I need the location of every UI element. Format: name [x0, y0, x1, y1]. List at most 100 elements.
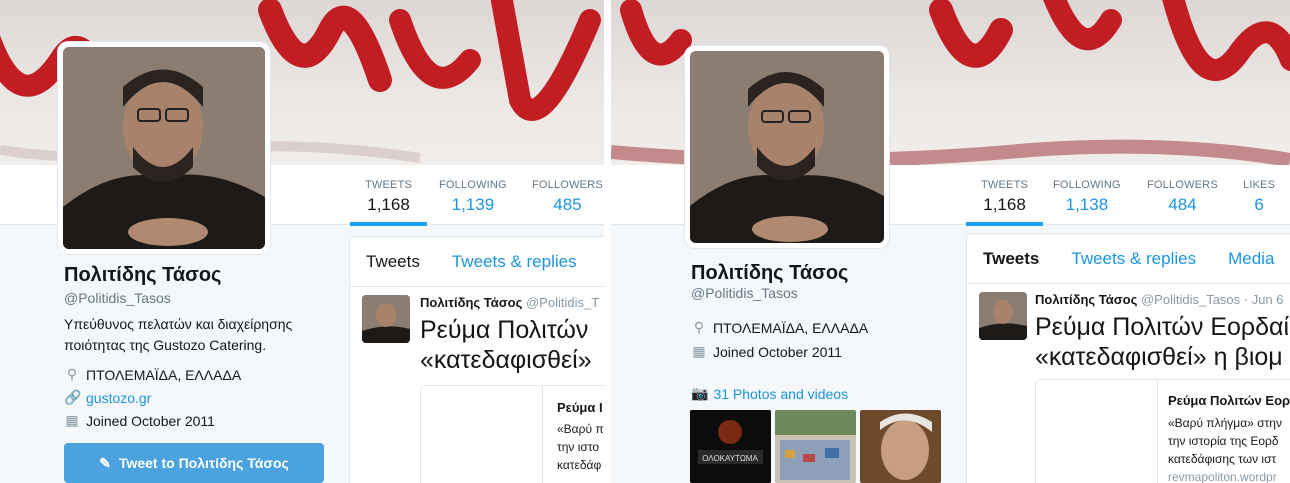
avatar-photo	[63, 47, 265, 249]
profile-avatar[interactable]	[685, 46, 889, 248]
stat-label: FOLLOWERS	[1147, 179, 1218, 191]
card-url[interactable]: revmapoliton.wordpr	[1168, 470, 1277, 483]
stat-value: 485	[553, 195, 582, 214]
tweet-header: Πολιτίδης Τάσος @Politidis_T	[420, 295, 599, 310]
tweet-to-button[interactable]: ✎ Tweet to Πολιτίδης Τάσος	[64, 443, 324, 483]
card-desc-line: την ιστο	[557, 440, 600, 454]
profile-handle[interactable]: @Politidis_Tasos	[691, 285, 798, 301]
profile-handle[interactable]: @Politidis_Tasos	[64, 290, 171, 306]
tweet-line: «κατεδαφισθεί»	[420, 346, 592, 374]
tab-tweets-replies[interactable]: Tweets & replies	[1055, 249, 1212, 269]
bio-line: ποιότητας της Gustozo Catering.	[64, 337, 267, 353]
calendar-icon: ▦	[65, 412, 79, 428]
tab-media[interactable]: Media	[1212, 249, 1290, 269]
timeline-tabs: Tweets Tweets & replies Media	[967, 234, 1290, 284]
stat-value: 6	[1254, 195, 1264, 214]
profile-name[interactable]: Πολιτίδης Τάσος	[691, 262, 848, 285]
profile-website: 🔗 gustozo.gr	[64, 389, 151, 406]
tweet-avatar[interactable]	[362, 295, 410, 343]
card-desc-line: κατεδάφισης των ιστ	[1168, 452, 1277, 466]
thumbnail-portrait	[860, 410, 941, 483]
stat-following[interactable]: FOLLOWING 1,139	[439, 179, 507, 215]
photo-thumbnail[interactable]	[775, 410, 856, 483]
photo-thumbnail[interactable]	[860, 410, 941, 483]
card-title: Ρεύμα Πολιτών Εορ	[1168, 393, 1290, 408]
tab-tweets[interactable]: Tweets	[967, 249, 1055, 269]
photos-videos-link[interactable]: 📷 31 Photos and videos	[691, 385, 848, 402]
camera-icon: 📷	[691, 385, 709, 401]
card-image	[421, 386, 543, 483]
stat-label: FOLLOWING	[439, 179, 507, 191]
tweet-to-label: Tweet to Πολιτίδης Τάσος	[118, 455, 289, 471]
profile-location: ⚲ ΠΤΟΛΕΜΑΪΔΑ, ΕΛΛΑΔΑ	[691, 319, 868, 336]
link-card[interactable]: Ρεύμα Ι «Βαρύ π την ιστο κατεδάφ	[420, 385, 604, 483]
right-profile-panel: TWEETS 1,168 FOLLOWING 1,138 FOLLOWERS 4…	[611, 0, 1290, 483]
photos-videos-label: 31 Photos and videos	[713, 385, 849, 402]
stat-label: LIKES	[1243, 179, 1276, 191]
timeline-tabs: Tweets Tweets & replies	[350, 237, 604, 287]
tweet-text: Ρεύμα Πολιτών Εορδαί «κατεδαφισθεί» η βι…	[1035, 312, 1289, 372]
thumbnail-poster: ΟΛΟΚΑΥΤΩΜΑ	[690, 410, 771, 483]
card-image	[1036, 380, 1158, 483]
stat-value: 1,139	[451, 195, 495, 214]
tweet-text: Ρεύμα Πολιτών «κατεδαφισθεί»	[420, 315, 592, 375]
tweet-header: Πολιτίδης Τάσος @Politidis_Tasos · Jun 6	[1035, 292, 1284, 307]
tweet-avatar[interactable]	[979, 292, 1027, 340]
calendar-icon: ▦	[692, 343, 706, 359]
stat-likes[interactable]: LIKES 6	[1243, 179, 1275, 215]
stat-value: 1,168	[367, 195, 410, 214]
location-text: ΠΤΟΛΕΜΑΪΔΑ, ΕΛΛΑΔΑ	[86, 366, 242, 383]
stat-value: 1,168	[983, 195, 1026, 214]
tweet-author[interactable]: Πολιτίδης Τάσος	[420, 295, 522, 310]
profile-name[interactable]: Πολιτίδης Τάσος	[64, 264, 221, 287]
tweet-avatar-photo	[362, 295, 410, 343]
tweet-line: «κατεδαφισθεί» η βιομ	[1035, 343, 1283, 371]
link-icon: 🔗	[64, 389, 82, 405]
card-description: «Βαρύ πλήγμα» στην την ιστορία της Εορδ …	[1168, 414, 1282, 468]
stat-following[interactable]: FOLLOWING 1,138	[1053, 179, 1121, 215]
profile-avatar[interactable]	[58, 42, 270, 254]
card-desc-line: την ιστορία της Εορδ	[1168, 434, 1279, 448]
profile-location: ⚲ ΠΤΟΛΕΜΑΪΔΑ, ΕΛΛΑΔΑ	[64, 366, 241, 383]
website-link[interactable]: gustozo.gr	[86, 390, 151, 406]
stat-value: 484	[1168, 195, 1197, 214]
tweet-line: Ρεύμα Πολιτών Εορδαί	[1035, 313, 1290, 341]
stat-value: 1,138	[1065, 195, 1109, 214]
timeline: Tweets Tweets & replies Πολιτίδης Τάσος …	[349, 236, 604, 483]
stat-label: TWEETS	[365, 179, 413, 191]
location-text: ΠΤΟΛΕΜΑΪΔΑ, ΕΛΛΑΔΑ	[713, 319, 869, 336]
tweet-handle[interactable]: @Politidis_T	[526, 295, 599, 310]
avatar	[63, 47, 265, 249]
stat-label: TWEETS	[981, 179, 1029, 191]
tweet-author[interactable]: Πολιτίδης Τάσος	[1035, 292, 1137, 307]
profile-bio: Υπεύθυνος πελατών και διαχείρησης ποιότη…	[64, 314, 292, 356]
card-title: Ρεύμα Ι	[557, 400, 603, 415]
tab-tweets-replies[interactable]: Tweets & replies	[436, 252, 593, 272]
profile-joined: ▦ Joined October 2011	[691, 343, 842, 360]
joined-text: Joined October 2011	[713, 343, 842, 360]
tab-tweets[interactable]: Tweets	[350, 252, 436, 272]
location-pin-icon: ⚲	[66, 366, 78, 382]
panel-divider	[604, 0, 611, 483]
photo-thumbnail[interactable]: ΟΛΟΚΑΥΤΩΜΑ	[690, 410, 771, 483]
bio-line: Υπεύθυνος πελατών και διαχείρησης	[64, 316, 293, 332]
tweet-meta[interactable]: @Politidis_Tasos · Jun 6	[1141, 292, 1284, 307]
avatar	[690, 51, 884, 243]
card-description: «Βαρύ π την ιστο κατεδάφ	[557, 420, 604, 474]
location-pin-icon: ⚲	[693, 319, 705, 335]
link-card[interactable]: Ρεύμα Πολιτών Εορ «Βαρύ πλήγμα» στην την…	[1035, 379, 1290, 483]
avatar-photo	[690, 51, 884, 243]
stat-label: FOLLOWERS	[532, 179, 603, 191]
stat-tweets[interactable]: TWEETS 1,168	[965, 179, 1044, 226]
left-profile-panel: TWEETS 1,168 FOLLOWING 1,139 FOLLOWERS 4…	[0, 0, 604, 483]
tweet-avatar-photo	[979, 292, 1027, 340]
profile-joined: ▦ Joined October 2011	[64, 412, 215, 429]
tweet-line: Ρεύμα Πολιτών	[420, 316, 589, 344]
quill-icon: ✎	[99, 454, 111, 471]
card-desc-line: «Βαρύ π	[557, 422, 604, 436]
stat-followers[interactable]: FOLLOWERS 485	[532, 179, 603, 215]
stat-tweets[interactable]: TWEETS 1,168	[349, 179, 428, 226]
thumbnail-market	[775, 410, 856, 483]
stat-followers[interactable]: FOLLOWERS 484	[1147, 179, 1218, 215]
thumbnail-poster-title: ΟΛΟΚΑΥΤΩΜΑ	[702, 454, 758, 463]
